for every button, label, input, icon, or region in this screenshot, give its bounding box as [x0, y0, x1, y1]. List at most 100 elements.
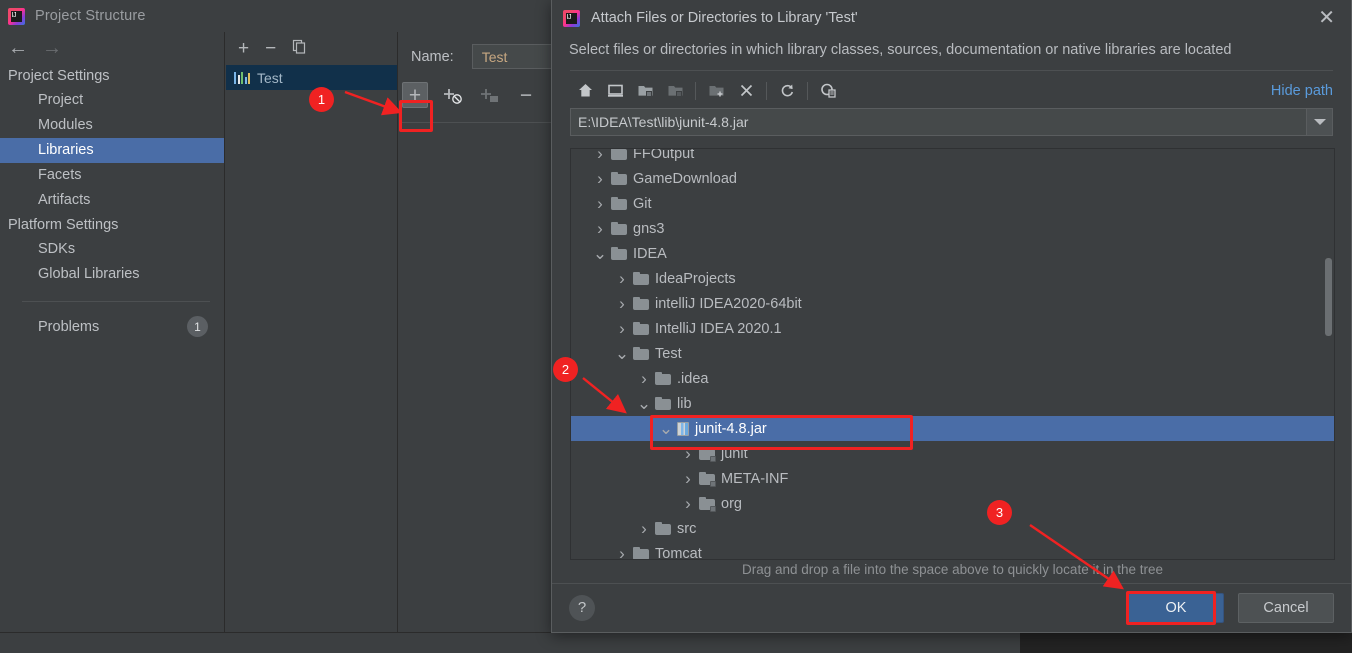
- tree-row[interactable]: › META-INF: [571, 466, 1334, 491]
- chevron-right-icon[interactable]: ›: [677, 494, 699, 514]
- package-folder-icon: [699, 447, 716, 462]
- path-input[interactable]: E:\IDEA\Test\lib\junit-4.8.jar: [571, 109, 1306, 135]
- add-source-button[interactable]: [439, 82, 465, 108]
- chevron-right-icon[interactable]: ›: [611, 319, 633, 339]
- chevron-down-icon[interactable]: ⌄: [589, 245, 611, 262]
- tree-row[interactable]: › IntelliJ IDEA 2020.1: [571, 316, 1334, 341]
- copy-library-icon[interactable]: [292, 39, 307, 58]
- annotation-marker-2: 2: [553, 357, 578, 382]
- close-icon[interactable]: ✕: [1312, 8, 1341, 28]
- library-list-item-test[interactable]: Test: [226, 65, 397, 90]
- chevron-right-icon[interactable]: ›: [677, 444, 699, 464]
- intellij-idea-logo-icon: [563, 9, 580, 27]
- toolbar-separator: [695, 81, 696, 100]
- tree-row[interactable]: ⌄ IDEA: [571, 241, 1334, 266]
- path-combobox[interactable]: E:\IDEA\Test\lib\junit-4.8.jar: [570, 108, 1333, 136]
- path-row: E:\IDEA\Test\lib\junit-4.8.jar: [552, 103, 1351, 136]
- add-attach-button[interactable]: +: [402, 82, 428, 108]
- chevron-down-icon[interactable]: [1306, 109, 1332, 135]
- window-bottom-strip: [0, 632, 1020, 653]
- tree-row-label: junit: [721, 445, 748, 462]
- sidebar-item-facets[interactable]: Facets: [0, 163, 224, 188]
- arrow-right-icon[interactable]: →: [42, 38, 62, 58]
- tree-row-label: IdeaProjects: [655, 270, 736, 287]
- problems-label: Problems: [38, 318, 100, 335]
- tree-row-label: org: [721, 495, 742, 512]
- chevron-right-icon[interactable]: ›: [589, 149, 611, 164]
- tree-row[interactable]: › Tomcat: [571, 541, 1334, 560]
- close-x-icon[interactable]: [731, 79, 761, 103]
- dialog-subtitle: Select files or directories in which lib…: [569, 42, 1232, 58]
- chevron-right-icon[interactable]: ›: [589, 219, 611, 239]
- add-javadoc-button[interactable]: [476, 82, 502, 108]
- sidebar-item-artifacts[interactable]: Artifacts: [0, 188, 224, 213]
- chevron-right-icon[interactable]: ›: [633, 519, 655, 539]
- refresh-icon[interactable]: [772, 79, 802, 103]
- tree-row[interactable]: › IdeaProjects: [571, 266, 1334, 291]
- tree-row[interactable]: › src: [571, 516, 1334, 541]
- tree-row[interactable]: › junit: [571, 441, 1334, 466]
- home-icon[interactable]: [570, 79, 600, 103]
- ok-button[interactable]: OK: [1128, 592, 1224, 623]
- chevron-right-icon[interactable]: ›: [611, 294, 633, 314]
- remove-library-button[interactable]: −: [265, 39, 276, 58]
- remove-attachment-button[interactable]: −: [513, 82, 539, 108]
- chevron-right-icon[interactable]: ›: [633, 369, 655, 389]
- folder-project-icon[interactable]: [630, 79, 660, 103]
- dialog-footer: ? OK Cancel: [552, 584, 1351, 631]
- tree-row[interactable]: › FFOutput: [571, 149, 1334, 166]
- cancel-button[interactable]: Cancel: [1238, 592, 1334, 623]
- tree-row[interactable]: › intelliJ IDEA2020-64bit: [571, 291, 1334, 316]
- sidebar-item-project[interactable]: Project: [0, 88, 224, 113]
- tree-row-label: intelliJ IDEA2020-64bit: [655, 295, 802, 312]
- tree-row-label: GameDownload: [633, 170, 737, 187]
- sidebar-item-modules[interactable]: Modules: [0, 113, 224, 138]
- problems-count-badge: 1: [187, 316, 208, 337]
- folder-icon: [611, 172, 627, 185]
- chevron-right-icon[interactable]: ›: [589, 194, 611, 214]
- folder-icon: [611, 247, 627, 260]
- tree-row[interactable]: › Git: [571, 191, 1334, 216]
- tree-row[interactable]: ⌄ lib: [571, 391, 1334, 416]
- folder-icon: [611, 197, 627, 210]
- folder-icon: [655, 372, 671, 385]
- sidebar-item-global-libraries[interactable]: Global Libraries: [0, 262, 224, 287]
- tree-row[interactable]: › GameDownload: [571, 166, 1334, 191]
- desktop-icon[interactable]: [600, 79, 630, 103]
- file-tree-panel[interactable]: › FFOutput › GameDownload › Git › gns3 ⌄ IDEA › Ide…: [570, 148, 1335, 560]
- tree-row-label: META-INF: [721, 470, 789, 487]
- tree-row-label: Test: [655, 345, 682, 362]
- file-chooser-toolbar: Hide path: [552, 71, 1351, 103]
- sidebar-item-problems[interactable]: Problems 1: [0, 302, 224, 337]
- junit-jar-tree-row[interactable]: ⌄ junit-4.8.jar: [571, 416, 1334, 441]
- scrollbar-thumb[interactable]: [1325, 258, 1332, 336]
- chevron-down-icon[interactable]: ⌄: [633, 395, 655, 412]
- tree-row[interactable]: › gns3: [571, 216, 1334, 241]
- tree-row-label: gns3: [633, 220, 665, 237]
- add-library-button[interactable]: +: [238, 39, 249, 58]
- chevron-down-icon[interactable]: ⌄: [611, 345, 633, 362]
- tree-row-label: Tomcat: [655, 545, 702, 560]
- drag-drop-hint: Drag and drop a file into the space abov…: [741, 562, 1163, 577]
- tree-row[interactable]: › org: [571, 491, 1334, 516]
- folder-icon: [655, 397, 671, 410]
- hidden-files-icon[interactable]: [813, 79, 843, 103]
- file-tree-scrollbar[interactable]: [1324, 150, 1333, 559]
- help-button[interactable]: ?: [569, 594, 595, 621]
- folder-module-icon[interactable]: [660, 79, 690, 103]
- folder-plus-icon[interactable]: [701, 79, 731, 103]
- annotation-marker-3: 3: [987, 500, 1012, 525]
- sidebar-item-libraries[interactable]: Libraries: [0, 138, 224, 163]
- package-folder-icon: [699, 497, 716, 512]
- sidebar-item-sdks[interactable]: SDKs: [0, 237, 224, 262]
- tree-row[interactable]: ⌄ Test: [571, 341, 1334, 366]
- chevron-right-icon[interactable]: ›: [589, 169, 611, 189]
- chevron-down-icon[interactable]: ⌄: [655, 420, 677, 437]
- chevron-right-icon[interactable]: ›: [677, 469, 699, 489]
- chevron-right-icon[interactable]: ›: [611, 269, 633, 289]
- chevron-right-icon[interactable]: ›: [611, 544, 633, 560]
- arrow-left-icon[interactable]: ←: [8, 38, 28, 58]
- tree-row[interactable]: › .idea: [571, 366, 1334, 391]
- library-list-toolbar: + −: [226, 32, 397, 65]
- hide-path-link[interactable]: Hide path: [1271, 83, 1333, 99]
